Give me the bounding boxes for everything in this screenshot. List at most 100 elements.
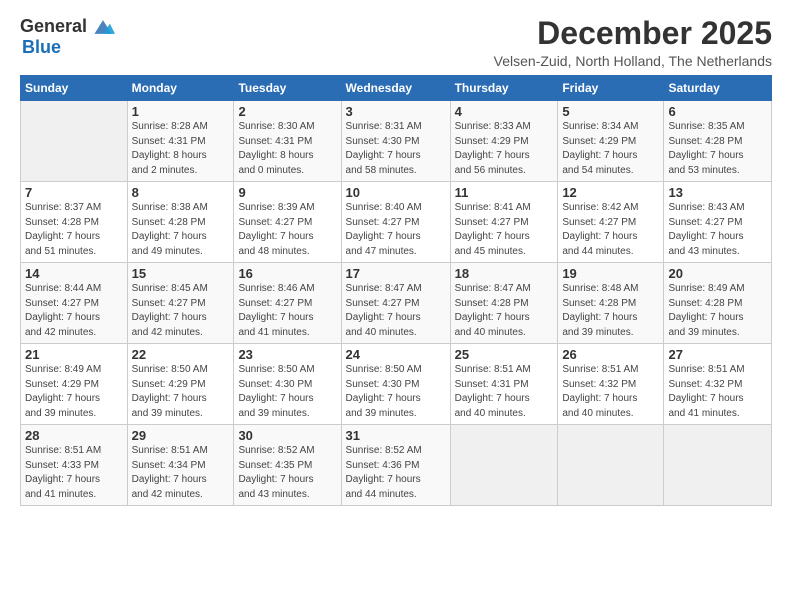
logo-blue-text: Blue <box>22 38 61 58</box>
day-number: 4 <box>455 104 554 119</box>
calendar-cell: 16Sunrise: 8:46 AMSunset: 4:27 PMDayligh… <box>234 263 341 344</box>
calendar-cell: 29Sunrise: 8:51 AMSunset: 4:34 PMDayligh… <box>127 425 234 506</box>
day-info: Sunrise: 8:28 AMSunset: 4:31 PMDaylight:… <box>132 120 230 178</box>
day-info: Sunrise: 8:51 AMSunset: 4:34 PMDaylight:… <box>132 444 230 502</box>
day-number: 7 <box>25 185 123 200</box>
day-number: 24 <box>346 347 446 362</box>
page: General Blue December 2025 Velsen-Zuid, … <box>0 0 792 516</box>
calendar-cell: 19Sunrise: 8:48 AMSunset: 4:28 PMDayligh… <box>558 263 664 344</box>
weekday-header-friday: Friday <box>558 76 664 101</box>
day-info: Sunrise: 8:33 AMSunset: 4:29 PMDaylight:… <box>455 120 554 178</box>
day-info: Sunrise: 8:48 AMSunset: 4:28 PMDaylight:… <box>562 282 659 340</box>
calendar-cell: 15Sunrise: 8:45 AMSunset: 4:27 PMDayligh… <box>127 263 234 344</box>
day-number: 17 <box>346 266 446 281</box>
calendar-cell: 18Sunrise: 8:47 AMSunset: 4:28 PMDayligh… <box>450 263 558 344</box>
weekday-header-saturday: Saturday <box>664 76 772 101</box>
day-number: 31 <box>346 428 446 443</box>
day-info: Sunrise: 8:35 AMSunset: 4:28 PMDaylight:… <box>668 120 767 178</box>
day-info: Sunrise: 8:51 AMSunset: 4:33 PMDaylight:… <box>25 444 123 502</box>
calendar-cell: 14Sunrise: 8:44 AMSunset: 4:27 PMDayligh… <box>21 263 128 344</box>
calendar-week-row: 28Sunrise: 8:51 AMSunset: 4:33 PMDayligh… <box>21 425 772 506</box>
day-number: 5 <box>562 104 659 119</box>
calendar-week-row: 14Sunrise: 8:44 AMSunset: 4:27 PMDayligh… <box>21 263 772 344</box>
weekday-header-tuesday: Tuesday <box>234 76 341 101</box>
day-info: Sunrise: 8:50 AMSunset: 4:29 PMDaylight:… <box>132 363 230 421</box>
calendar-cell: 12Sunrise: 8:42 AMSunset: 4:27 PMDayligh… <box>558 182 664 263</box>
calendar-cell <box>664 425 772 506</box>
day-info: Sunrise: 8:30 AMSunset: 4:31 PMDaylight:… <box>238 120 336 178</box>
calendar-cell: 30Sunrise: 8:52 AMSunset: 4:35 PMDayligh… <box>234 425 341 506</box>
day-info: Sunrise: 8:41 AMSunset: 4:27 PMDaylight:… <box>455 201 554 259</box>
day-info: Sunrise: 8:52 AMSunset: 4:36 PMDaylight:… <box>346 444 446 502</box>
day-info: Sunrise: 8:49 AMSunset: 4:28 PMDaylight:… <box>668 282 767 340</box>
logo-icon <box>91 16 115 38</box>
calendar-cell: 23Sunrise: 8:50 AMSunset: 4:30 PMDayligh… <box>234 344 341 425</box>
day-number: 1 <box>132 104 230 119</box>
day-info: Sunrise: 8:46 AMSunset: 4:27 PMDaylight:… <box>238 282 336 340</box>
calendar-cell: 27Sunrise: 8:51 AMSunset: 4:32 PMDayligh… <box>664 344 772 425</box>
header: General Blue December 2025 Velsen-Zuid, … <box>20 16 772 69</box>
day-info: Sunrise: 8:39 AMSunset: 4:27 PMDaylight:… <box>238 201 336 259</box>
day-info: Sunrise: 8:31 AMSunset: 4:30 PMDaylight:… <box>346 120 446 178</box>
day-info: Sunrise: 8:40 AMSunset: 4:27 PMDaylight:… <box>346 201 446 259</box>
weekday-header-row: SundayMondayTuesdayWednesdayThursdayFrid… <box>21 76 772 101</box>
calendar-cell: 28Sunrise: 8:51 AMSunset: 4:33 PMDayligh… <box>21 425 128 506</box>
weekday-header-thursday: Thursday <box>450 76 558 101</box>
day-info: Sunrise: 8:49 AMSunset: 4:29 PMDaylight:… <box>25 363 123 421</box>
day-number: 27 <box>668 347 767 362</box>
day-number: 8 <box>132 185 230 200</box>
weekday-header-sunday: Sunday <box>21 76 128 101</box>
day-number: 2 <box>238 104 336 119</box>
calendar-cell <box>21 101 128 182</box>
day-number: 13 <box>668 185 767 200</box>
calendar-cell: 4Sunrise: 8:33 AMSunset: 4:29 PMDaylight… <box>450 101 558 182</box>
day-number: 23 <box>238 347 336 362</box>
location-title: Velsen-Zuid, North Holland, The Netherla… <box>494 53 772 69</box>
calendar-cell: 1Sunrise: 8:28 AMSunset: 4:31 PMDaylight… <box>127 101 234 182</box>
day-number: 30 <box>238 428 336 443</box>
day-info: Sunrise: 8:51 AMSunset: 4:31 PMDaylight:… <box>455 363 554 421</box>
day-number: 21 <box>25 347 123 362</box>
day-info: Sunrise: 8:34 AMSunset: 4:29 PMDaylight:… <box>562 120 659 178</box>
day-number: 16 <box>238 266 336 281</box>
day-info: Sunrise: 8:45 AMSunset: 4:27 PMDaylight:… <box>132 282 230 340</box>
weekday-header-monday: Monday <box>127 76 234 101</box>
day-number: 6 <box>668 104 767 119</box>
logo: General Blue <box>20 16 115 58</box>
day-info: Sunrise: 8:50 AMSunset: 4:30 PMDaylight:… <box>346 363 446 421</box>
calendar-cell <box>450 425 558 506</box>
day-number: 29 <box>132 428 230 443</box>
day-info: Sunrise: 8:51 AMSunset: 4:32 PMDaylight:… <box>562 363 659 421</box>
day-number: 10 <box>346 185 446 200</box>
day-number: 28 <box>25 428 123 443</box>
calendar-cell: 3Sunrise: 8:31 AMSunset: 4:30 PMDaylight… <box>341 101 450 182</box>
day-number: 15 <box>132 266 230 281</box>
day-info: Sunrise: 8:52 AMSunset: 4:35 PMDaylight:… <box>238 444 336 502</box>
day-info: Sunrise: 8:38 AMSunset: 4:28 PMDaylight:… <box>132 201 230 259</box>
calendar-cell: 13Sunrise: 8:43 AMSunset: 4:27 PMDayligh… <box>664 182 772 263</box>
calendar-cell: 6Sunrise: 8:35 AMSunset: 4:28 PMDaylight… <box>664 101 772 182</box>
calendar-week-row: 7Sunrise: 8:37 AMSunset: 4:28 PMDaylight… <box>21 182 772 263</box>
day-info: Sunrise: 8:50 AMSunset: 4:30 PMDaylight:… <box>238 363 336 421</box>
calendar-cell: 24Sunrise: 8:50 AMSunset: 4:30 PMDayligh… <box>341 344 450 425</box>
day-number: 3 <box>346 104 446 119</box>
calendar-cell: 25Sunrise: 8:51 AMSunset: 4:31 PMDayligh… <box>450 344 558 425</box>
weekday-header-wednesday: Wednesday <box>341 76 450 101</box>
day-number: 19 <box>562 266 659 281</box>
calendar-week-row: 1Sunrise: 8:28 AMSunset: 4:31 PMDaylight… <box>21 101 772 182</box>
calendar-cell: 20Sunrise: 8:49 AMSunset: 4:28 PMDayligh… <box>664 263 772 344</box>
day-number: 11 <box>455 185 554 200</box>
day-number: 20 <box>668 266 767 281</box>
title-block: December 2025 Velsen-Zuid, North Holland… <box>494 16 772 69</box>
calendar-cell: 5Sunrise: 8:34 AMSunset: 4:29 PMDaylight… <box>558 101 664 182</box>
calendar-cell: 7Sunrise: 8:37 AMSunset: 4:28 PMDaylight… <box>21 182 128 263</box>
calendar-cell: 26Sunrise: 8:51 AMSunset: 4:32 PMDayligh… <box>558 344 664 425</box>
day-info: Sunrise: 8:44 AMSunset: 4:27 PMDaylight:… <box>25 282 123 340</box>
month-title: December 2025 <box>494 16 772 51</box>
day-info: Sunrise: 8:37 AMSunset: 4:28 PMDaylight:… <box>25 201 123 259</box>
day-number: 22 <box>132 347 230 362</box>
calendar-cell: 11Sunrise: 8:41 AMSunset: 4:27 PMDayligh… <box>450 182 558 263</box>
calendar-cell: 17Sunrise: 8:47 AMSunset: 4:27 PMDayligh… <box>341 263 450 344</box>
calendar-cell: 31Sunrise: 8:52 AMSunset: 4:36 PMDayligh… <box>341 425 450 506</box>
day-number: 26 <box>562 347 659 362</box>
